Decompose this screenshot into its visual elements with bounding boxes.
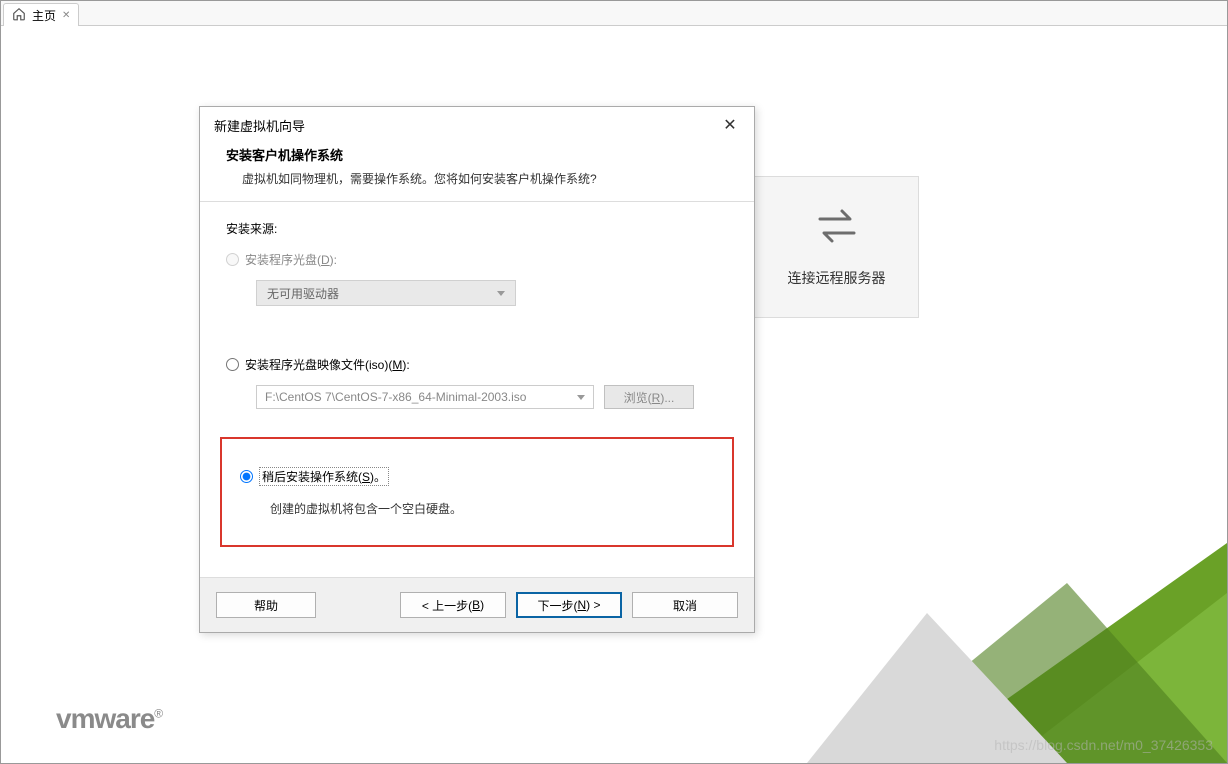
option-iso[interactable]: 安装程序光盘映像文件(iso)(M):: [226, 356, 728, 373]
option-disc[interactable]: 安装程序光盘(D):: [226, 251, 728, 268]
option-iso-label: 安装程序光盘映像文件(iso)(M):: [245, 356, 410, 373]
option-disc-label: 安装程序光盘(D):: [245, 251, 337, 268]
back-button[interactable]: < 上一步(B): [400, 592, 506, 618]
cancel-button[interactable]: 取消: [632, 592, 738, 618]
new-vm-wizard-dialog: 新建虚拟机向导 ✕ 安装客户机操作系统 虚拟机如同物理机，需要操作系统。您将如何…: [199, 106, 755, 633]
source-label: 安装来源:: [226, 220, 728, 237]
dialog-close-button[interactable]: ✕: [718, 115, 742, 135]
highlight-box: 稍后安装操作系统(S)。 创建的虚拟机将包含一个空白硬盘。: [220, 437, 734, 547]
option-later[interactable]: 稍后安装操作系统(S)。: [240, 467, 722, 486]
dialog-titlebar: 新建虚拟机向导 ✕: [200, 107, 754, 141]
tab-home[interactable]: 主页 ✕: [3, 3, 79, 26]
option-later-label: 稍后安装操作系统(S)。: [259, 467, 389, 486]
radio-disc: [226, 253, 239, 266]
home-icon: [12, 7, 26, 24]
iso-path-input[interactable]: F:\CentOS 7\CentOS-7-x86_64-Minimal-2003…: [256, 385, 594, 409]
main-area: 连接远程服务器 vmware® https://blog.csdn.net/m0…: [1, 26, 1227, 763]
dialog-heading: 安装客户机操作系统: [226, 145, 728, 164]
disc-dropdown[interactable]: 无可用驱动器: [256, 280, 516, 306]
dialog-body: 安装来源: 安装程序光盘(D): 无可用驱动器 安装程序光盘映像文件(iso)(…: [200, 202, 754, 577]
dialog-footer: 帮助 < 上一步(B) 下一步(N) > 取消: [200, 577, 754, 632]
vmware-logo: vmware®: [56, 703, 162, 735]
tab-bar: 主页 ✕: [1, 1, 1227, 26]
remote-server-card[interactable]: 连接远程服务器: [754, 176, 919, 318]
next-button[interactable]: 下一步(N) >: [516, 592, 622, 618]
tab-label: 主页: [32, 7, 56, 24]
dialog-title: 新建虚拟机向导: [214, 116, 305, 135]
help-button[interactable]: 帮助: [216, 592, 316, 618]
remote-card-label: 连接远程服务器: [788, 268, 886, 288]
later-description: 创建的虚拟机将包含一个空白硬盘。: [270, 500, 722, 517]
close-tab-icon[interactable]: ✕: [62, 10, 70, 21]
dialog-subheading: 虚拟机如同物理机，需要操作系统。您将如何安装客户机操作系统?: [226, 170, 728, 187]
radio-later[interactable]: [240, 470, 253, 483]
dialog-header: 安装客户机操作系统 虚拟机如同物理机，需要操作系统。您将如何安装客户机操作系统?: [200, 141, 754, 202]
transfer-icon: [814, 207, 860, 248]
radio-iso[interactable]: [226, 358, 239, 371]
watermark: https://blog.csdn.net/m0_37426353: [994, 737, 1213, 753]
browse-button[interactable]: 浏览(R)...: [604, 385, 694, 409]
